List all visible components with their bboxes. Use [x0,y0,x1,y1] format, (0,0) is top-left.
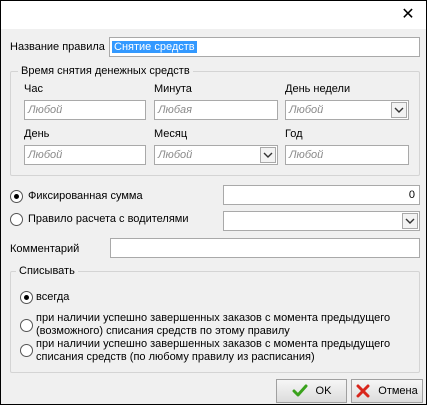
ok-button[interactable]: OK [276,379,347,403]
close-icon[interactable]: ✕ [398,5,418,25]
debit-option-always-label[interactable]: всегда [36,291,69,303]
cancel-button-label: Отмена [378,385,418,397]
hour-input[interactable]: Любой [24,100,146,120]
day-input[interactable]: Любой [24,145,146,165]
weekday-placeholder: Любой [289,104,324,116]
hour-label: Час [24,83,43,95]
debit-option-any-rule-line-1: при наличии успешно завершенных заказов … [36,338,391,350]
driver-rule-dropdown-button[interactable] [402,213,418,229]
debit-option-this-rule-radio[interactable] [20,319,33,332]
debit-option-any-rule-label[interactable]: при наличии успешно завершенных заказов … [36,338,390,364]
driver-rule-label[interactable]: Правило расчета с водителями [28,213,189,225]
comment-label: Комментарий [10,243,80,255]
debit-option-this-rule-line-1: при наличии успешно завершенных заказов … [36,312,391,324]
chevron-down-icon [394,107,404,113]
schedule-group-title: Время снятия денежных средств [18,65,193,77]
fixed-amount-label[interactable]: Фиксированная сумма [28,190,143,202]
debit-group-title: Списывать [16,265,78,277]
dialog-window: ✕ Название правила Снятие средств Время … [0,0,427,405]
fixed-amount-input[interactable]: 0 [223,185,420,205]
day-label: День [24,128,50,140]
title-bar: ✕ [1,1,426,29]
checkmark-icon [292,384,308,397]
month-select[interactable]: Любой [154,145,278,165]
rule-name-input[interactable]: Снятие средств [109,37,420,57]
debit-option-this-rule-line-2: (возможного) списания средств по этому п… [36,325,290,337]
driver-rule-select[interactable] [223,211,420,231]
month-dropdown-button[interactable] [260,147,276,163]
chevron-down-icon [405,218,415,224]
year-placeholder: Любой [289,149,324,161]
month-label: Месяц [154,128,188,140]
debit-option-any-rule-line-2: списания средств (по любому правилу из р… [36,351,315,363]
chevron-down-icon [263,152,273,158]
weekday-dropdown-button[interactable] [391,102,407,118]
fixed-amount-radio[interactable] [10,190,23,203]
hour-placeholder: Любой [28,104,63,116]
debit-option-any-rule-radio[interactable] [20,344,33,357]
fixed-amount-value: 0 [408,189,415,201]
rule-name-value: Снятие средств [112,41,197,53]
minute-placeholder: Любая [158,104,192,116]
ok-button-label: OK [315,385,332,397]
year-label: Год [285,128,303,140]
day-placeholder: Любой [28,149,63,161]
minute-input[interactable]: Любая [154,100,278,120]
month-placeholder: Любой [158,149,193,161]
debit-option-this-rule-label[interactable]: при наличии успешно завершенных заказов … [36,312,390,338]
radio-selected-dot [14,194,19,199]
year-input[interactable]: Любой [285,145,409,165]
driver-rule-radio[interactable] [10,213,23,226]
cancel-button[interactable]: Отмена [351,379,423,403]
debit-option-always-radio[interactable] [20,291,33,304]
cross-icon [356,384,370,398]
radio-selected-dot [24,295,29,300]
weekday-select[interactable]: Любой [285,100,409,120]
comment-input[interactable] [110,238,420,258]
weekday-label: День недели [285,83,351,95]
rule-name-label: Название правила [10,41,105,53]
minute-label: Минута [154,83,192,95]
